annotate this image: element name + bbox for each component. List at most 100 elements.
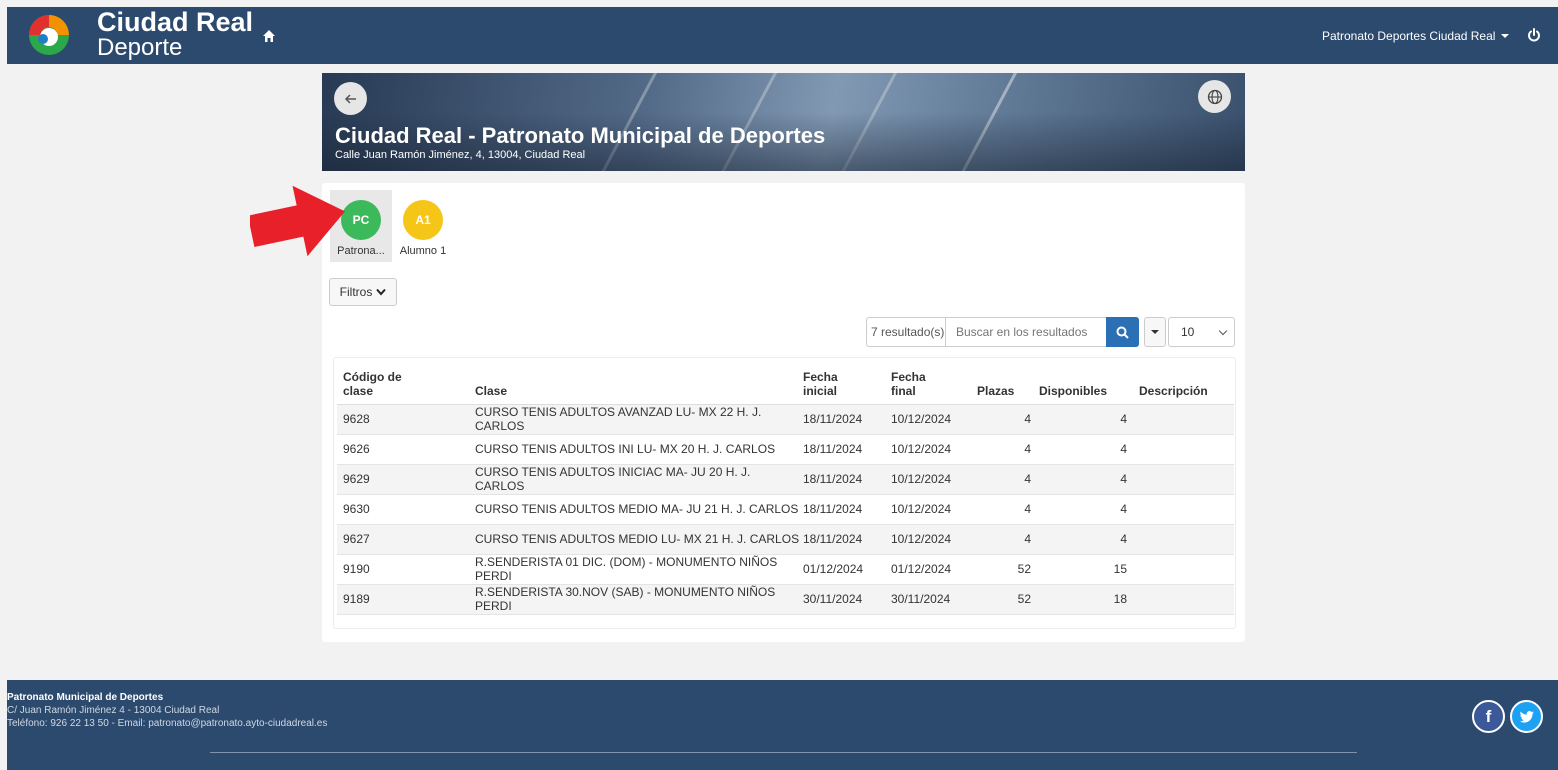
cell-disponibles: 4 [1039,494,1139,525]
cell-plazas: 52 [977,584,1039,615]
cell-disponibles: 4 [1039,434,1139,465]
cell-disponibles: 4 [1039,464,1139,495]
column-header-codigo[interactable]: Código de clase [337,358,475,405]
cell-codigo: 9190 [337,554,475,585]
search-input[interactable] [945,317,1107,347]
cell-plazas: 4 [977,464,1039,495]
cell-codigo: 9626 [337,434,475,465]
column-header-plazas[interactable]: Plazas [977,358,1039,405]
footer-contact: Teléfono: 926 22 13 50 - Email: patronat… [7,718,328,729]
cell-clase: CURSO TENIS ADULTOS AVANZAD LU- MX 22 H.… [475,404,803,435]
profile-label: Alumno 1 [399,245,447,257]
cell-disponibles: 4 [1039,524,1139,555]
table-row[interactable]: 9629 CURSO TENIS ADULTOS INICIAC MA- JU 2… [337,464,1234,495]
top-navbar: Ciudad Real Deporte Patronato Deportes C… [7,7,1558,64]
twitter-icon[interactable] [1510,700,1543,733]
table-row[interactable]: 9189 R.SENDERISTA 30.NOV (SAB) - MONUMENT… [337,584,1234,615]
cell-codigo: 9189 [337,584,475,615]
cell-fecha-inicial: 01/12/2024 [803,554,891,585]
filters-button[interactable]: Filtros [329,278,397,306]
cell-clase: CURSO TENIS ADULTOS INI LU- MX 20 H. J. … [475,434,803,465]
cell-clase: R.SENDERISTA 30.NOV (SAB) - MONUMENTO NI… [475,584,803,615]
cell-codigo: 9627 [337,524,475,555]
home-icon[interactable] [262,29,276,43]
results-count: 7 resultado(s) [866,317,949,347]
chevron-down-icon [1218,326,1228,336]
cell-fecha-final: 10/12/2024 [891,434,977,465]
cell-descripcion [1139,494,1234,525]
cell-fecha-inicial: 18/11/2024 [803,464,891,495]
facebook-icon[interactable]: f [1472,700,1505,733]
search-options-button[interactable] [1144,317,1166,347]
cell-disponibles: 18 [1039,584,1139,615]
cell-codigo: 9629 [337,464,475,495]
cell-descripcion [1139,404,1234,435]
footer-address: C/ Juan Ramón Jiménez 4 - 13004 Ciudad R… [7,705,220,716]
footer: Patronato Municipal de Deportes C/ Juan … [7,680,1558,770]
cell-descripcion [1139,554,1234,585]
cell-plazas: 4 [977,494,1039,525]
cell-disponibles: 15 [1039,554,1139,585]
profile-tile-alumno[interactable]: A1 Alumno 1 [392,190,454,262]
table-header-row: Código de clase Clase Fecha inicial Fech… [337,358,1234,405]
cell-plazas: 4 [977,434,1039,465]
footer-title: Patronato Municipal de Deportes [7,692,164,703]
chevron-down-icon [376,288,387,296]
cell-clase: R.SENDERISTA 01 DIC. (DOM) - MONUMENTO N… [475,554,803,585]
cell-codigo: 9630 [337,494,475,525]
page-size-value: 10 [1181,325,1195,339]
caret-down-icon [1151,330,1159,334]
cell-descripcion [1139,524,1234,555]
user-menu-label: Patronato Deportes Ciudad Real [1322,29,1496,43]
brand-subtitle: Deporte [97,34,183,61]
column-header-fecha-inicial[interactable]: Fecha inicial [803,358,891,405]
facility-address: Calle Juan Ramón Jiménez, 4, 13004, Ciud… [335,149,586,161]
page-size-select[interactable]: 10 [1168,317,1235,347]
cell-clase: CURSO TENIS ADULTOS MEDIO LU- MX 21 H. J… [475,524,803,555]
filters-label: Filtros [339,285,373,299]
power-icon[interactable] [1526,27,1542,43]
cell-descripcion [1139,584,1234,615]
twitter-bird-icon [1519,710,1534,723]
table-row[interactable]: 9627 CURSO TENIS ADULTOS MEDIO LU- MX 21 … [337,524,1234,555]
table-row[interactable]: 9626 CURSO TENIS ADULTOS INI LU- MX 20 H.… [337,434,1234,465]
annotation-arrow-icon [250,185,345,257]
avatar: A1 [403,200,443,240]
cell-fecha-inicial: 18/11/2024 [803,404,891,435]
cell-fecha-final: 10/12/2024 [891,524,977,555]
cell-fecha-final: 10/12/2024 [891,464,977,495]
search-button[interactable] [1106,317,1139,347]
column-header-descripcion[interactable]: Descripción [1139,358,1234,405]
cell-fecha-inicial: 30/11/2024 [803,584,891,615]
cell-fecha-inicial: 18/11/2024 [803,494,891,525]
column-header-clase[interactable]: Clase [475,358,803,405]
search-icon [1116,326,1129,339]
table-row[interactable]: 9190 R.SENDERISTA 01 DIC. (DOM) - MONUMEN… [337,554,1234,585]
brand-title: Ciudad Real [97,7,254,37]
cell-fecha-final: 10/12/2024 [891,494,977,525]
arrow-left-icon [344,93,356,104]
cell-plazas: 4 [977,524,1039,555]
hero-banner: Ciudad Real - Patronato Municipal de Dep… [322,73,1245,171]
language-button[interactable] [1198,80,1231,113]
classes-table: Código de clase Clase Fecha inicial Fech… [337,358,1234,615]
cell-disponibles: 4 [1039,404,1139,435]
globe-icon [1207,89,1222,104]
cell-fecha-final: 10/12/2024 [891,404,977,435]
cell-plazas: 4 [977,404,1039,435]
column-header-fecha-final[interactable]: Fecha final [891,358,977,405]
cell-codigo: 9628 [337,404,475,435]
cell-fecha-inicial: 18/11/2024 [803,434,891,465]
cell-descripcion [1139,434,1234,465]
user-menu[interactable]: Patronato Deportes Ciudad Real [1322,29,1510,43]
cell-fecha-inicial: 18/11/2024 [803,524,891,555]
cell-plazas: 52 [977,554,1039,585]
back-button[interactable] [334,82,367,115]
column-header-disponibles[interactable]: Disponibles [1039,358,1139,405]
caret-down-icon [1501,34,1510,38]
cell-fecha-final: 01/12/2024 [891,554,977,585]
ciudad-real-logo[interactable] [19,10,79,60]
table-row[interactable]: 9630 CURSO TENIS ADULTOS MEDIO MA- JU 21 … [337,494,1234,525]
table-row[interactable]: 9628 CURSO TENIS ADULTOS AVANZAD LU- MX 2… [337,404,1234,435]
cell-fecha-final: 30/11/2024 [891,584,977,615]
